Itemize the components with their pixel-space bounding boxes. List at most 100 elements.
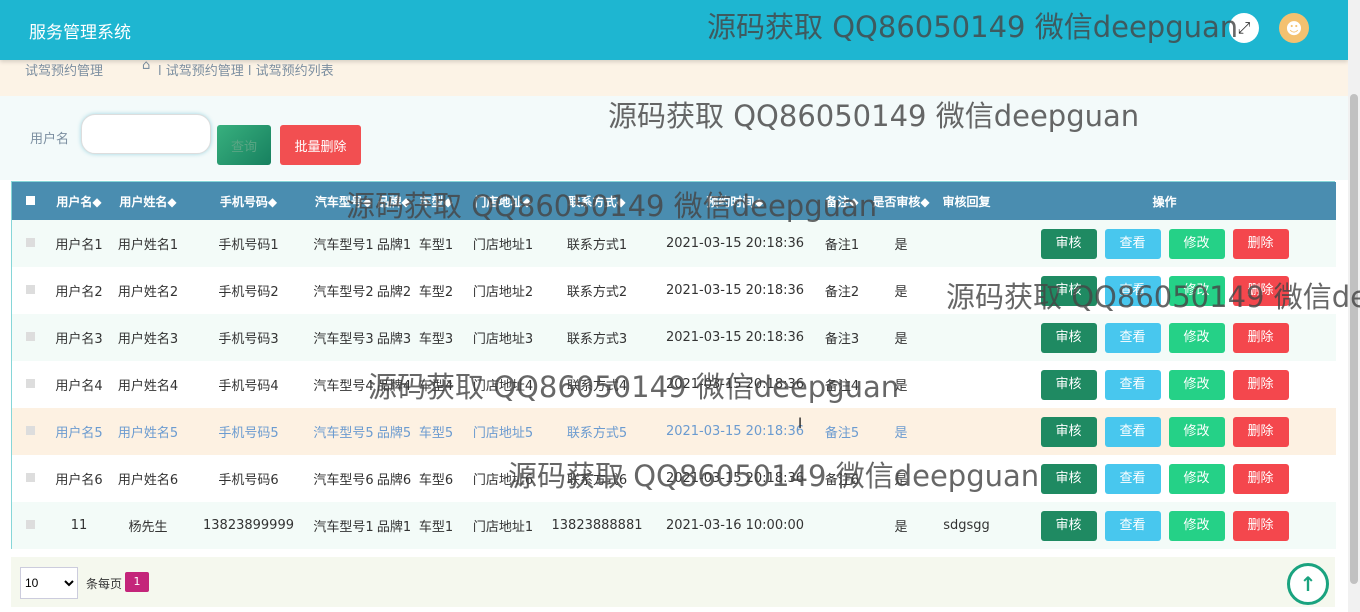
row-actions: 审核 查看 修改 删除 <box>993 314 1336 361</box>
query-button[interactable]: 查询 <box>217 125 271 165</box>
col-car-type[interactable]: 车型◆ <box>412 182 460 220</box>
row-checkbox[interactable] <box>12 314 48 361</box>
cell-contact: 联系方式6 <box>566 473 628 488</box>
review-button[interactable]: 审核 <box>1040 275 1097 306</box>
view-button[interactable]: 查看 <box>1104 275 1161 306</box>
row-checkbox[interactable] <box>12 455 48 502</box>
view-button[interactable]: 查看 <box>1104 510 1161 541</box>
cell-is-reviewed: 是 <box>894 332 908 347</box>
row-checkbox[interactable] <box>12 220 48 267</box>
review-button[interactable]: 审核 <box>1040 510 1097 541</box>
page-number-current[interactable]: 1 <box>125 572 149 592</box>
col-car-model[interactable]: 汽车型号◆ <box>311 182 376 220</box>
col-username[interactable]: 用户名◆ <box>48 182 110 220</box>
cell-car-model: 汽车型号6 <box>313 473 374 488</box>
delete-button[interactable]: 删除 <box>1232 416 1289 447</box>
edit-button[interactable]: 修改 <box>1168 275 1225 306</box>
delete-button[interactable]: 删除 <box>1232 228 1289 259</box>
pagination-bar: 10 条每页 1 <box>11 557 1335 607</box>
view-button[interactable]: 查看 <box>1104 463 1161 494</box>
delete-button[interactable]: 删除 <box>1232 275 1289 306</box>
table-row[interactable]: 用户名3 用户姓名3 手机号码3 汽车型号3 品牌3 车型3 门店地址3 联系方式3 2021-… <box>12 314 1336 361</box>
view-button[interactable]: 查看 <box>1104 322 1161 353</box>
arrow-up-icon[interactable]: ↑ <box>1287 563 1329 605</box>
cell-car-model: 汽车型号4 <box>313 379 374 394</box>
cell-appointment-time: 2021-03-15 20:18:36 <box>665 377 805 392</box>
page-size-select[interactable]: 10 <box>20 567 78 599</box>
cell-remark: 备注4 <box>824 379 860 394</box>
cell-appointment-time: 2021-03-16 10:00:00 <box>665 518 805 533</box>
delete-button[interactable]: 删除 <box>1232 510 1289 541</box>
col-contact[interactable]: 联系方式◆ <box>546 182 648 220</box>
cell-contact: 联系方式1 <box>566 238 628 253</box>
row-actions: 审核 查看 修改 删除 <box>993 455 1336 502</box>
user-avatar-icon[interactable]: ☻ <box>1279 13 1309 43</box>
expand-icon[interactable]: ⤢ <box>1229 13 1259 43</box>
row-checkbox[interactable] <box>12 361 48 408</box>
table-row[interactable]: 用户名1 用户姓名1 手机号码1 汽车型号1 品牌1 车型1 门店地址1 联系方式1 2021-… <box>12 220 1336 267</box>
delete-button[interactable]: 删除 <box>1232 463 1289 494</box>
row-checkbox[interactable] <box>12 502 48 549</box>
home-icon[interactable]: ⌂ <box>142 58 150 73</box>
cell-brand: 品牌2 <box>376 285 412 300</box>
appointment-table: 用户名◆ 用户姓名◆ 手机号码◆ 汽车型号◆ 品牌◆ 车型◆ 门店地址◆ 联系方… <box>11 181 1336 549</box>
table-row[interactable]: 用户名6 用户姓名6 手机号码6 汽车型号6 品牌6 车型6 门店地址6 联系方式6 2021-… <box>12 455 1336 502</box>
delete-button[interactable]: 删除 <box>1232 322 1289 353</box>
col-is-reviewed[interactable]: 是否审核◆ <box>862 182 940 220</box>
batch-delete-button[interactable]: 批量删除 <box>280 125 361 165</box>
table-row[interactable]: 用户名4 用户姓名4 手机号码4 汽车型号4 品牌4 车型4 门店地址4 联系方式4 2021-… <box>12 361 1336 408</box>
cell-car-model: 汽车型号1 <box>313 520 374 535</box>
col-remark[interactable]: 备注◆ <box>822 182 862 220</box>
cell-store-address: 门店地址5 <box>472 426 534 441</box>
view-button[interactable]: 查看 <box>1104 228 1161 259</box>
cell-user-realname: 用户姓名3 <box>117 332 179 347</box>
edit-button[interactable]: 修改 <box>1168 416 1225 447</box>
cell-brand: 品牌5 <box>376 426 412 441</box>
col-user-realname[interactable]: 用户姓名◆ <box>110 182 186 220</box>
cell-car-type: 车型6 <box>418 473 454 488</box>
cell-review-reply: sdgsgg <box>943 518 990 533</box>
edit-button[interactable]: 修改 <box>1168 463 1225 494</box>
cell-username: 用户名2 <box>55 285 103 300</box>
cell-brand: 品牌1 <box>376 238 412 253</box>
page-scrollbar[interactable] <box>1348 0 1360 612</box>
table-row[interactable]: 用户名5 用户姓名5 手机号码5 汽车型号5 品牌5 车型5 门店地址5 联系方式5 2021-… <box>12 408 1336 455</box>
row-actions: 审核 查看 修改 删除 <box>993 220 1336 267</box>
cell-car-type: 车型5 <box>418 426 454 441</box>
cell-username: 用户名3 <box>55 332 103 347</box>
review-button[interactable]: 审核 <box>1040 416 1097 447</box>
col-appointment-time[interactable]: 预约时间◆ <box>648 182 822 220</box>
edit-button[interactable]: 修改 <box>1168 322 1225 353</box>
table-row[interactable]: 11 杨先生 13823899999 汽车型号1 品牌1 车型1 门店地址1 13823888… <box>12 502 1336 549</box>
col-phone[interactable]: 手机号码◆ <box>186 182 311 220</box>
cell-remark: 备注3 <box>824 332 860 347</box>
table-row[interactable]: 用户名2 用户姓名2 手机号码2 汽车型号2 品牌2 车型2 门店地址2 联系方式2 2021-… <box>12 267 1336 314</box>
cell-phone: 手机号码4 <box>218 379 279 394</box>
username-search-input[interactable] <box>81 114 211 154</box>
review-button[interactable]: 审核 <box>1040 228 1097 259</box>
row-checkbox[interactable] <box>12 408 48 455</box>
edit-button[interactable]: 修改 <box>1168 228 1225 259</box>
col-brand[interactable]: 品牌◆ <box>376 182 412 220</box>
view-button[interactable]: 查看 <box>1104 369 1161 400</box>
review-button[interactable]: 审核 <box>1040 369 1097 400</box>
review-button[interactable]: 审核 <box>1040 322 1097 353</box>
edit-button[interactable]: 修改 <box>1168 369 1225 400</box>
delete-button[interactable]: 删除 <box>1232 369 1289 400</box>
select-all-checkbox[interactable] <box>12 182 48 220</box>
cell-is-reviewed: 是 <box>894 473 908 488</box>
col-store-address[interactable]: 门店地址◆ <box>460 182 546 220</box>
cell-store-address: 门店地址4 <box>472 379 534 394</box>
view-button[interactable]: 查看 <box>1104 416 1161 447</box>
cell-phone: 13823899999 <box>203 518 294 533</box>
cell-review-reply <box>940 408 993 455</box>
review-button[interactable]: 审核 <box>1040 463 1097 494</box>
cell-phone: 手机号码5 <box>218 426 279 441</box>
cell-appointment-time: 2021-03-15 20:18:36 <box>665 283 805 298</box>
scrollbar-thumb[interactable] <box>1350 94 1358 584</box>
app-title: 服务管理系统 <box>29 23 131 43</box>
col-review-reply: 审核回复 <box>942 194 991 209</box>
edit-button[interactable]: 修改 <box>1168 510 1225 541</box>
row-checkbox[interactable] <box>12 267 48 314</box>
cell-contact: 联系方式3 <box>566 332 628 347</box>
